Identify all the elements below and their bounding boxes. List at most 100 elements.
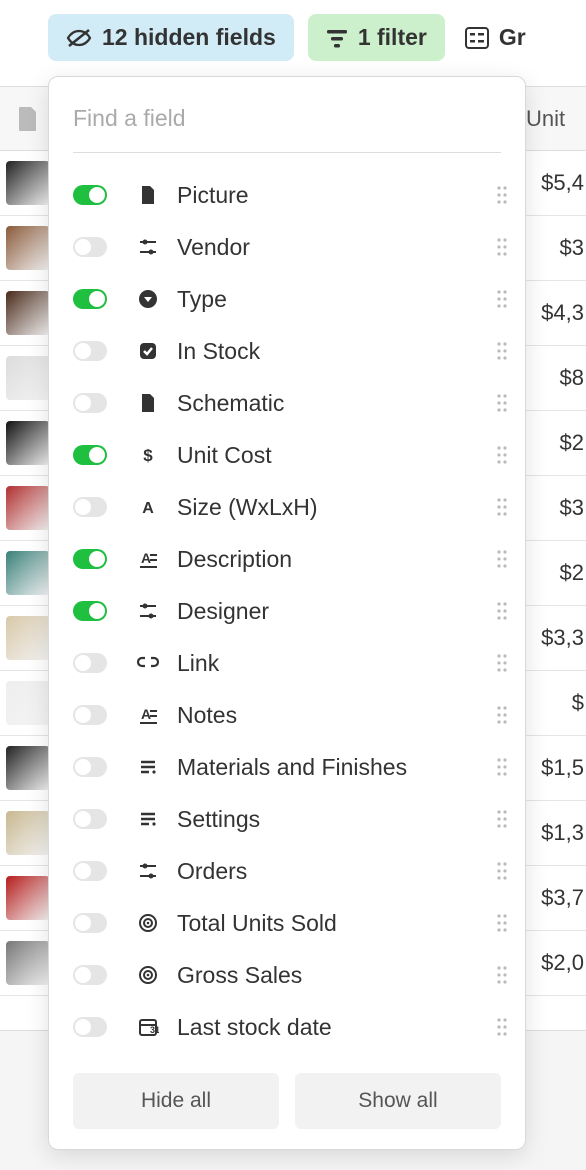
cell-unit-cost: $ [520,671,586,735]
file-icon [135,392,161,414]
field-item[interactable]: A Description [73,533,511,585]
field-search-input[interactable] [73,95,501,153]
filter-button[interactable]: 1 filter [308,14,445,61]
field-label: Last stock date [177,1014,493,1041]
checkbox-icon [135,340,161,362]
cell-unit-cost: $5,4 [520,151,586,215]
drag-handle-icon[interactable] [493,184,511,206]
spiral-icon [135,964,161,986]
visibility-toggle[interactable] [73,289,107,309]
drag-handle-icon[interactable] [493,392,511,414]
file-icon [135,184,161,206]
drag-handle-icon[interactable] [493,1016,511,1038]
drag-handle-icon[interactable] [493,652,511,674]
field-list: Picture Vendor Type In Stock Schematic $ Unit … [49,163,525,1057]
filter-icon [326,28,348,48]
group-label: Gr [499,24,526,51]
hidden-fields-button[interactable]: 12 hidden fields [48,14,294,61]
field-label: Notes [177,702,493,729]
cell-unit-cost: $3,3 [520,606,586,670]
drag-handle-icon[interactable] [493,496,511,518]
field-item[interactable]: Materials and Finishes [73,741,511,793]
field-item[interactable]: Link [73,637,511,689]
drag-handle-icon[interactable] [493,964,511,986]
visibility-toggle[interactable] [73,809,107,829]
longtext-icon: A [135,548,161,570]
cell-unit-cost: $3 [520,476,586,540]
field-item[interactable]: Total Units Sold [73,897,511,949]
field-item[interactable]: Orders [73,845,511,897]
visibility-toggle[interactable] [73,445,107,465]
drag-handle-icon[interactable] [493,808,511,830]
currency-icon: $ [135,444,161,466]
field-item[interactable]: Gross Sales [73,949,511,1001]
field-label: Schematic [177,390,493,417]
field-item[interactable]: Type [73,273,511,325]
field-label: Vendor [177,234,493,261]
cell-unit-cost: $8 [520,346,586,410]
visibility-toggle[interactable] [73,705,107,725]
field-item[interactable]: 31 Last stock date [73,1001,511,1053]
field-label: Gross Sales [177,962,493,989]
drag-handle-icon[interactable] [493,756,511,778]
drag-handle-icon[interactable] [493,548,511,570]
visibility-toggle[interactable] [73,965,107,985]
filter-label: 1 filter [358,24,427,51]
field-label: Unit Cost [177,442,493,469]
cell-unit-cost: $2 [520,411,586,475]
svg-text:$: $ [143,446,153,465]
visibility-toggle[interactable] [73,1017,107,1037]
field-item[interactable]: Schematic [73,377,511,429]
drag-handle-icon[interactable] [493,444,511,466]
visibility-toggle[interactable] [73,913,107,933]
visibility-toggle[interactable] [73,393,107,413]
field-label: Designer [177,598,493,625]
drag-handle-icon[interactable] [493,860,511,882]
hidden-fields-label: 12 hidden fields [102,24,276,51]
link-icon [135,652,161,674]
visibility-toggle[interactable] [73,185,107,205]
cell-unit-cost: $1,3 [520,801,586,865]
calendar-icon: 31 [135,1016,161,1038]
visibility-toggle[interactable] [73,341,107,361]
drag-handle-icon[interactable] [493,236,511,258]
text-icon: A [135,496,161,518]
drag-handle-icon[interactable] [493,340,511,362]
field-item[interactable]: Designer [73,585,511,637]
svg-text:A: A [142,500,154,517]
hide-all-button[interactable]: Hide all [73,1073,279,1129]
field-label: In Stock [177,338,493,365]
field-item[interactable]: Settings [73,793,511,845]
drag-handle-icon[interactable] [493,704,511,726]
cell-unit-cost: $1,5 [520,736,586,800]
field-label: Description [177,546,493,573]
field-item[interactable]: In Stock [73,325,511,377]
cell-unit-cost: $2,0 [520,931,586,995]
visibility-toggle[interactable] [73,653,107,673]
field-label: Settings [177,806,493,833]
field-item[interactable]: A Size (WxLxH) [73,481,511,533]
field-label: Link [177,650,493,677]
visibility-toggle[interactable] [73,601,107,621]
view-toolbar: 12 hidden fields 1 filter Gr [0,0,586,75]
visibility-toggle[interactable] [73,861,107,881]
field-label: Total Units Sold [177,910,493,937]
drag-handle-icon[interactable] [493,912,511,934]
field-label: Picture [177,182,493,209]
column-header-unit[interactable]: Unit [520,87,586,150]
field-item[interactable]: ANotes [73,689,511,741]
field-label: Size (WxLxH) [177,494,493,521]
show-all-button[interactable]: Show all [295,1073,501,1129]
cell-unit-cost: $3,7 [520,866,586,930]
field-item[interactable]: Vendor [73,221,511,273]
group-button[interactable]: Gr [459,14,532,61]
visibility-toggle[interactable] [73,757,107,777]
visibility-toggle[interactable] [73,237,107,257]
visibility-toggle[interactable] [73,497,107,517]
drag-handle-icon[interactable] [493,600,511,622]
visibility-toggle[interactable] [73,549,107,569]
field-item[interactable]: $ Unit Cost [73,429,511,481]
field-label: Materials and Finishes [177,754,493,781]
drag-handle-icon[interactable] [493,288,511,310]
field-item[interactable]: Picture [73,169,511,221]
